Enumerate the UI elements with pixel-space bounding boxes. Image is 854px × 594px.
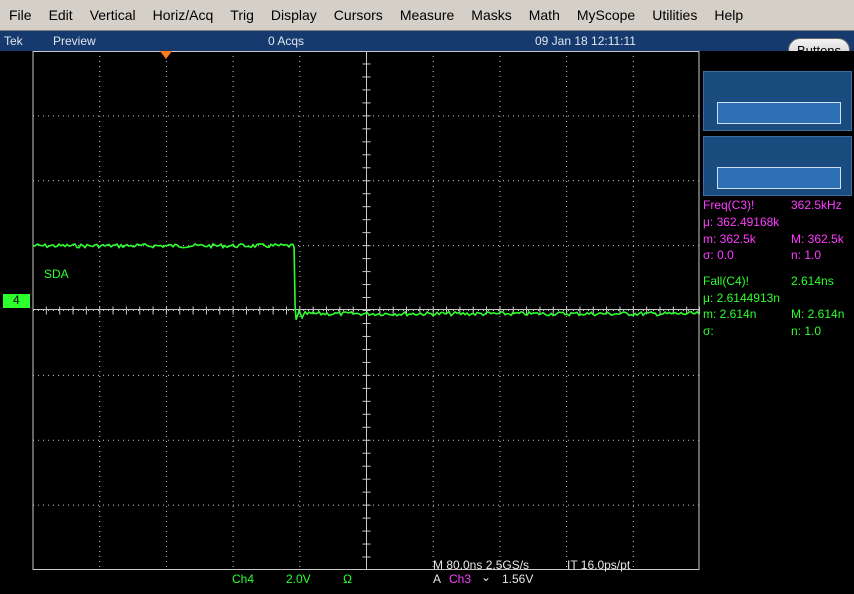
menu-display[interactable]: Display [262, 0, 325, 30]
menu-trig[interactable]: Trig [221, 0, 262, 30]
freq-sigma: σ: 0.0 [703, 248, 734, 262]
acq-count: 0 Acqs [268, 34, 305, 48]
menu-myscope[interactable]: MyScope [568, 0, 643, 30]
falling-slope-icon: ⌄ [481, 570, 492, 584]
menu-masks[interactable]: Masks [462, 0, 519, 30]
trigger-level[interactable]: 1.56V [502, 572, 533, 586]
channel-readout[interactable]: Ch4 [232, 572, 254, 586]
graticule [32, 51, 700, 570]
menu-horiz-acq[interactable]: Horiz/Acq [144, 0, 222, 30]
readout-slot-1[interactable] [717, 102, 841, 124]
status-bar: Tek Preview 0 Acqs 09 Jan 18 12:11:11 [0, 31, 854, 51]
fall-max: M: 2.614n [791, 307, 845, 321]
fall-title: Fall(C4)! [703, 274, 750, 288]
freq-max: M: 362.5k [791, 232, 844, 246]
freq-value: 362.5kHz [791, 198, 842, 212]
menu-vertical[interactable]: Vertical [81, 0, 144, 30]
fall-count: n: 1.0 [791, 324, 822, 338]
brand-label: Tek [4, 34, 23, 48]
volts-per-div[interactable]: 2.0V [286, 572, 311, 586]
readout-box-2 [703, 136, 852, 196]
menu-math[interactable]: Math [520, 0, 568, 30]
readout-box-1 [703, 71, 852, 131]
menu-edit[interactable]: Edit [40, 0, 81, 30]
impedance-icon: Ω [343, 572, 352, 586]
fall-sigma: σ: [703, 324, 714, 338]
menu-file[interactable]: File [0, 0, 40, 30]
trigger-label: A [433, 572, 442, 586]
menu-help[interactable]: Help [705, 0, 751, 30]
menu-measure[interactable]: Measure [391, 0, 462, 30]
fall-min: m: 2.614n [703, 307, 757, 321]
channel-label: SDA [44, 267, 69, 281]
waveform-display[interactable] [0, 51, 700, 570]
menu-cursors[interactable]: Cursors [325, 0, 391, 30]
freq-mean: μ: 362.49168k [703, 215, 780, 229]
bottom-readout-bar: Ch4 2.0V Ω M 80.0ns 2.5GS/s IT 16.0ps/pt… [0, 558, 854, 594]
trigger-position-icon [160, 51, 172, 59]
readout-slot-2[interactable] [717, 167, 841, 189]
mode-label: Preview [53, 34, 96, 48]
date-time: 09 Jan 18 12:11:11 [535, 34, 636, 48]
fall-value: 2.614ns [791, 274, 834, 288]
channel-4-marker[interactable]: 4 [3, 293, 30, 308]
trigger-source[interactable]: Ch3 [449, 572, 471, 586]
freq-count: n: 1.0 [791, 248, 822, 262]
freq-title: Freq(C3)! [703, 198, 755, 212]
menu-bar: File Edit Vertical Horiz/Acq Trig Display Curs… [0, 0, 854, 31]
interp-readout: IT 16.0ps/pt [567, 558, 631, 572]
menu-utilities[interactable]: Utilities [643, 0, 705, 30]
channel-marker-label: 4 [13, 293, 20, 307]
freq-min: m: 362.5k [703, 232, 756, 246]
fall-mean: μ: 2.6144913n [703, 291, 780, 305]
